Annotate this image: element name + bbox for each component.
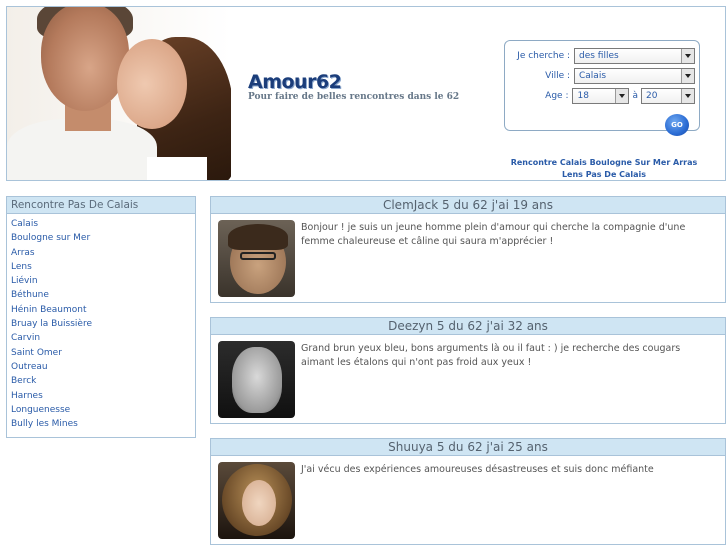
age-from-select[interactable]: 18 [572,88,630,104]
site-slogan: Pour faire de belles rencontres dans le … [248,92,460,102]
site-logo[interactable]: Amour62 [248,71,342,93]
sidebar-title: Rencontre Pas De Calais [7,197,195,214]
header-seo-link[interactable]: Rencontre Calais Boulogne Sur Mer Arras … [504,157,704,181]
age-to-select[interactable]: 20 [641,88,695,104]
sidebar-item-berck[interactable]: Berck [11,374,195,388]
sidebar-item-harnes[interactable]: Harnes [11,389,195,403]
ville-select[interactable]: Calais [574,68,695,84]
profile-card: Deezyn 5 du 62 j'ai 32 ans Grand brun ye… [210,317,726,424]
couple-banner-image [7,7,231,180]
age-separator: à [632,91,638,101]
sidebar-item-bully-les-mines[interactable]: Bully les Mines [11,417,195,431]
ville-label: Ville : [545,71,570,81]
city-list: Calais Boulogne sur Mer Arras Lens Liévi… [7,214,195,431]
sidebar-item-arras[interactable]: Arras [11,246,195,260]
sidebar-item-carvin[interactable]: Carvin [11,331,195,345]
chevron-down-icon [681,49,694,63]
profile-description: Grand brun yeux bleu, bons arguments là … [301,343,681,368]
chevron-down-icon [681,89,694,103]
profile-photo[interactable] [218,220,295,297]
profile-description: Bonjour ! je suis un jeune homme plein d… [301,222,686,247]
age-from-value: 18 [577,91,589,101]
profile-title[interactable]: Deezyn 5 du 62 j'ai 32 ans [211,318,725,335]
sidebar-item-lens[interactable]: Lens [11,260,195,274]
je-cherche-value: des filles [579,51,619,61]
sidebar-item-bruay-la-buissiere[interactable]: Bruay la Buissière [11,317,195,331]
sidebar-item-bethune[interactable]: Béthune [11,288,195,302]
chevron-down-icon [681,69,694,83]
sidebar-item-henin-beaumont[interactable]: Hénin Beaumont [11,303,195,317]
age-label: Age : [545,91,569,101]
age-to-value: 20 [646,91,658,101]
profile-description: J'ai vécu des expériences amoureuses dés… [301,464,654,475]
go-button[interactable]: GO [665,114,689,136]
profile-photo[interactable] [218,341,295,418]
site-header: Amour62 Pour faire de belles rencontres … [6,6,726,181]
sidebar-item-longuenesse[interactable]: Longuenesse [11,403,195,417]
profile-card: ClemJack 5 du 62 j'ai 19 ans Bonjour ! j… [210,196,726,303]
ville-value: Calais [579,71,607,81]
sidebar-item-calais[interactable]: Calais [11,217,195,231]
city-sidebar: Rencontre Pas De Calais Calais Boulogne … [6,196,196,438]
profile-title[interactable]: ClemJack 5 du 62 j'ai 19 ans [211,197,725,214]
search-form: Je cherche : des filles Ville : Calais A… [504,40,700,136]
sidebar-item-saint-omer[interactable]: Saint Omer [11,346,195,360]
sidebar-item-boulogne-sur-mer[interactable]: Boulogne sur Mer [11,231,195,245]
je-cherche-label: Je cherche : [517,51,570,61]
sidebar-item-outreau[interactable]: Outreau [11,360,195,374]
sidebar-item-lievin[interactable]: Liévin [11,274,195,288]
profile-photo[interactable] [218,462,295,539]
chevron-down-icon [615,89,629,103]
profile-title[interactable]: Shuuya 5 du 62 j'ai 25 ans [211,439,725,456]
profile-card: Shuuya 5 du 62 j'ai 25 ans J'ai vécu des… [210,438,726,545]
je-cherche-select[interactable]: des filles [574,48,695,64]
